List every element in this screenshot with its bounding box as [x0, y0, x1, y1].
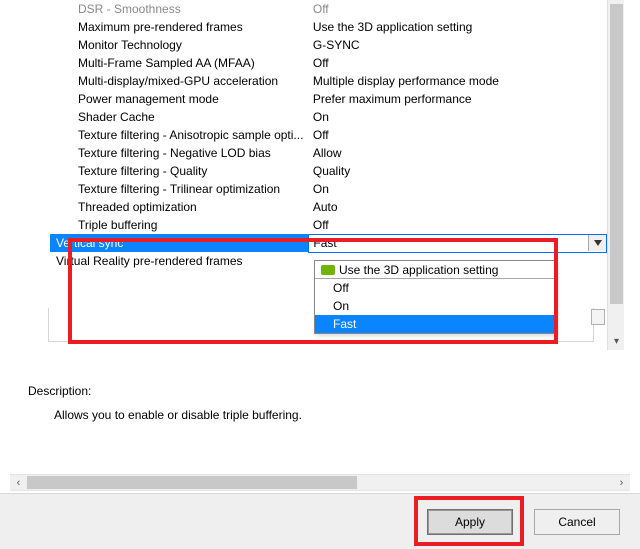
- vertical-scrollbar[interactable]: ▾: [607, 0, 624, 350]
- apply-button[interactable]: Apply: [427, 509, 513, 535]
- setting-cell: Multiple display performance mode: [309, 72, 607, 90]
- feature-cell: Power management mode: [50, 90, 309, 108]
- dialog-footer: Apply Cancel: [0, 493, 640, 549]
- table-row[interactable]: Texture filtering - Anisotropic sample o…: [50, 126, 607, 144]
- dropdown-option[interactable]: On: [315, 297, 555, 315]
- table-row[interactable]: Triple bufferingOff: [50, 216, 607, 234]
- setting-cell: Use the 3D application setting: [309, 18, 607, 36]
- setting-value: Fast: [313, 236, 336, 250]
- setting-cell: Auto: [309, 198, 607, 216]
- setting-dropdown-cell[interactable]: Fast: [309, 234, 607, 252]
- feature-cell: Texture filtering - Quality: [50, 162, 309, 180]
- table-row[interactable]: Shader CacheOn: [50, 108, 607, 126]
- setting-cell: On: [309, 108, 607, 126]
- scroll-left-icon[interactable]: ‹: [10, 474, 27, 491]
- table-row[interactable]: Multi-Frame Sampled AA (MFAA)Off: [50, 54, 607, 72]
- setting-cell: Off: [309, 0, 607, 18]
- vsync-dropdown[interactable]: Use the 3D application setting OffOnFast: [314, 260, 556, 334]
- feature-cell: Triple buffering: [50, 216, 309, 234]
- table-row[interactable]: Multi-display/mixed-GPU accelerationMult…: [50, 72, 607, 90]
- setting-cell: G-SYNC: [309, 36, 607, 54]
- description-text: Allows you to enable or disable triple b…: [54, 408, 302, 422]
- horizontal-scrollbar-track[interactable]: [27, 474, 613, 491]
- setting-cell: Off: [309, 54, 607, 72]
- cancel-button[interactable]: Cancel: [534, 509, 620, 535]
- feature-cell: Vertical sync: [50, 234, 309, 252]
- dropdown-header-option[interactable]: Use the 3D application setting: [315, 261, 555, 279]
- table-row-selected[interactable]: Vertical sync Fast: [50, 234, 607, 252]
- description-heading: Description:: [28, 384, 91, 398]
- feature-cell: Monitor Technology: [50, 36, 309, 54]
- table-row[interactable]: Threaded optimizationAuto: [50, 198, 607, 216]
- table-row[interactable]: Texture filtering - Trilinear optimizati…: [50, 180, 607, 198]
- vertical-scrollbar-thumb[interactable]: [610, 4, 623, 304]
- setting-cell: Quality: [309, 162, 607, 180]
- chevron-down-icon[interactable]: [588, 235, 606, 251]
- dropdown-option[interactable]: Fast: [315, 315, 555, 333]
- dropdown-header-label: Use the 3D application setting: [339, 263, 498, 277]
- setting-cell: Off: [309, 216, 607, 234]
- scroll-right-icon[interactable]: ›: [613, 474, 630, 491]
- feature-cell: Virtual Reality pre-rendered frames: [50, 252, 309, 270]
- restore-button[interactable]: [591, 309, 605, 325]
- feature-cell: Threaded optimization: [50, 198, 309, 216]
- table-row[interactable]: DSR - SmoothnessOff: [50, 0, 607, 18]
- feature-cell: Texture filtering - Negative LOD bias: [50, 144, 309, 162]
- cancel-button-label: Cancel: [558, 515, 595, 529]
- table-row[interactable]: Monitor TechnologyG-SYNC: [50, 36, 607, 54]
- horizontal-scrollbar[interactable]: ‹ ›: [10, 474, 630, 491]
- table-row[interactable]: Texture filtering - Negative LOD biasAll…: [50, 144, 607, 162]
- setting-cell: On: [309, 180, 607, 198]
- horizontal-scrollbar-thumb[interactable]: [27, 476, 357, 489]
- scroll-down-icon[interactable]: ▾: [608, 333, 625, 350]
- nvidia-logo-icon: [321, 265, 335, 275]
- table-row[interactable]: Power management modePrefer maximum perf…: [50, 90, 607, 108]
- feature-cell: Shader Cache: [50, 108, 309, 126]
- feature-cell: DSR - Smoothness: [50, 0, 309, 18]
- setting-cell: Prefer maximum performance: [309, 90, 607, 108]
- setting-cell: Allow: [309, 144, 607, 162]
- settings-dialog: DSR - SmoothnessOffMaximum pre-rendered …: [0, 0, 640, 549]
- table-row[interactable]: Maximum pre-rendered framesUse the 3D ap…: [50, 18, 607, 36]
- apply-button-label: Apply: [455, 515, 485, 529]
- table-row[interactable]: Texture filtering - QualityQuality: [50, 162, 607, 180]
- feature-cell: Multi-display/mixed-GPU acceleration: [50, 72, 309, 90]
- feature-cell: Texture filtering - Anisotropic sample o…: [50, 126, 309, 144]
- feature-cell: Texture filtering - Trilinear optimizati…: [50, 180, 309, 198]
- dropdown-option[interactable]: Off: [315, 279, 555, 297]
- setting-cell: Off: [309, 126, 607, 144]
- feature-cell: Maximum pre-rendered frames: [50, 18, 309, 36]
- feature-cell: Multi-Frame Sampled AA (MFAA): [50, 54, 309, 72]
